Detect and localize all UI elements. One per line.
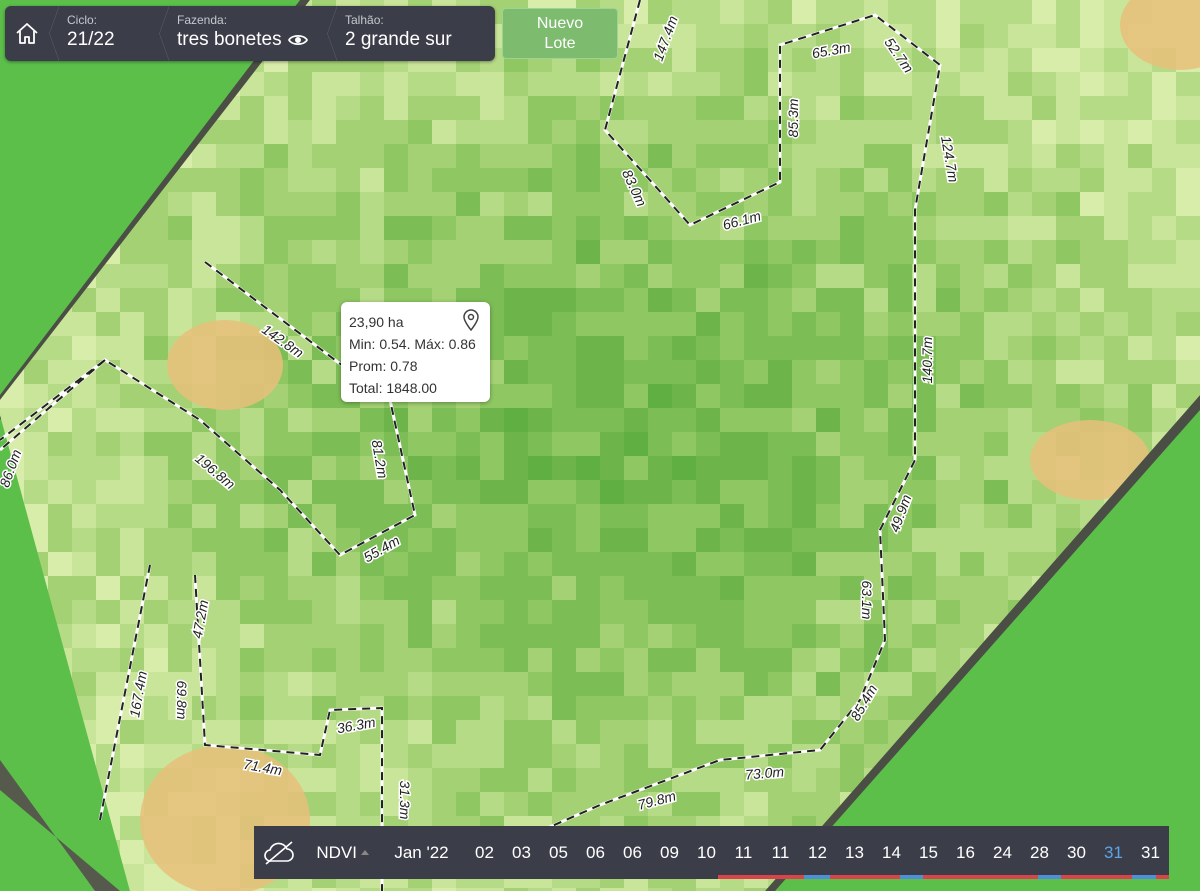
timeline-date[interactable]: 13: [836, 843, 873, 863]
layer-selector[interactable]: NDVI: [304, 843, 369, 863]
timeline-date[interactable]: 11: [762, 843, 799, 863]
timeline-date[interactable]: 09: [651, 843, 688, 863]
month-label: Jan '22: [394, 842, 449, 862]
distance-label: 140.7m: [919, 336, 935, 383]
timeline-date[interactable]: 31: [1132, 843, 1169, 863]
tooltip-prom: Prom: 0.78: [349, 358, 418, 374]
nuevo-line1: Nuevo: [536, 14, 584, 32]
nuevo-line2: Lote: [544, 34, 576, 52]
distance-label: 73.0m: [744, 763, 784, 782]
talhao-selector[interactable]: Talhão: 2 grande sur: [327, 6, 495, 61]
timeline-status-bars: [718, 875, 1170, 879]
cloud-filter-button[interactable]: [254, 840, 304, 866]
timeline-date[interactable]: 28: [1021, 843, 1058, 863]
fazenda-label: Fazenda:: [177, 13, 228, 27]
timeline-date[interactable]: 05: [540, 843, 577, 863]
timeline-date[interactable]: 10: [688, 843, 725, 863]
layer-label: NDVI: [316, 842, 357, 862]
fazenda-selector[interactable]: Fazenda: tres bonetes: [159, 6, 327, 61]
talhao-value: 2 grande sur: [345, 29, 452, 50]
eye-icon[interactable]: [287, 33, 308, 47]
timeline-date[interactable]: 16: [947, 843, 984, 863]
timeline-date[interactable]: 11: [725, 843, 762, 863]
tooltip-total: Total: 1848.00: [349, 380, 437, 396]
nuevo-lote-button[interactable]: Nuevo Lote: [502, 8, 618, 59]
distance-label: 85.3m: [785, 98, 801, 137]
timeline-date[interactable]: 03: [503, 843, 540, 863]
timeline-date[interactable]: 02: [466, 843, 503, 863]
home-button[interactable]: [5, 6, 49, 61]
caret-up-icon: [360, 850, 369, 855]
ciclo-selector[interactable]: Ciclo: 21/22: [49, 6, 159, 61]
ciclo-label: Ciclo:: [67, 13, 98, 27]
timeline-date[interactable]: 15: [910, 843, 947, 863]
distance-label: 31.3m: [397, 781, 413, 820]
timeline-date[interactable]: 06: [614, 843, 651, 863]
timeline-date[interactable]: 12: [799, 843, 836, 863]
tooltip-minmax: Min: 0.54. Máx: 0.86: [349, 336, 476, 352]
timeline-date[interactable]: 14: [873, 843, 910, 863]
distance-label: 69.8m: [174, 681, 190, 720]
fazenda-value: tres bonetes: [177, 29, 282, 50]
lot-info-tooltip: 23,90 ha Min: 0.54. Máx: 0.86 Prom: 0.78…: [341, 302, 490, 402]
home-icon: [16, 22, 38, 44]
ciclo-value: 21/22: [67, 29, 115, 50]
timeline-date[interactable]: 24: [984, 843, 1021, 863]
cloud-off-icon: [264, 840, 294, 865]
date-timeline: NDVI Jan '22 02 03 05 06 06 09 10 11 11 12 13 14 15 1…: [254, 826, 1170, 879]
breadcrumb-bar: Ciclo: 21/22 Fazenda: tres bonetes Talhã…: [5, 6, 495, 61]
location-pin-icon[interactable]: [462, 309, 480, 331]
timeline-date[interactable]: 30: [1058, 843, 1095, 863]
talhao-label: Talhão:: [345, 13, 384, 27]
timeline-date[interactable]: 31: [1095, 843, 1132, 863]
ndvi-map[interactable]: 147.4m 65.3m 52.7m85.3m124.7m83.0m66.1m142…: [0, 0, 1200, 891]
distance-label: 63.1m: [859, 581, 875, 620]
timeline-date[interactable]: 06: [577, 843, 614, 863]
